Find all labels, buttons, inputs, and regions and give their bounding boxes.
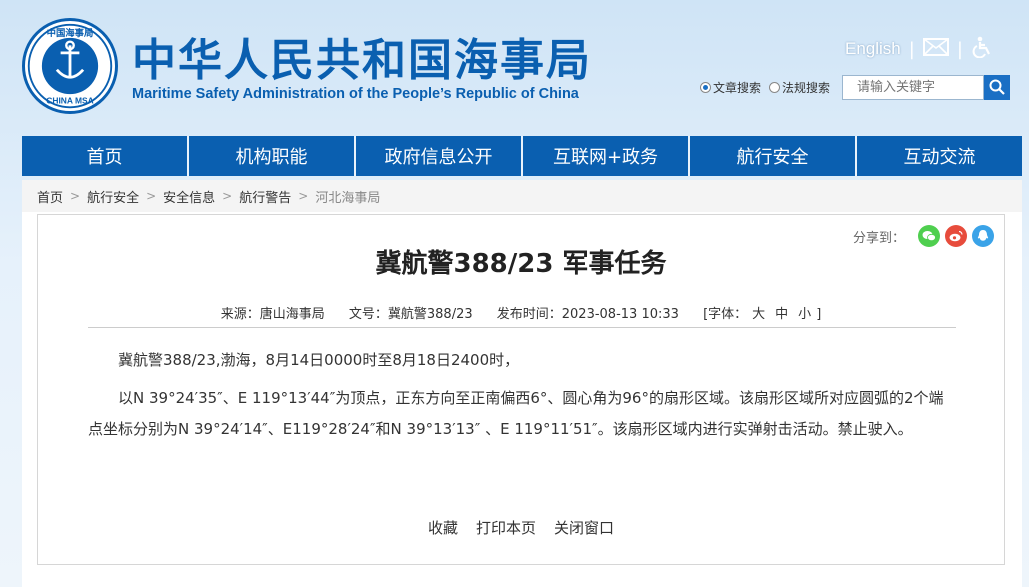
print-button[interactable]: 打印本页 — [476, 517, 536, 538]
breadcrumb: 首页 > 航行安全 > 安全信息 > 航行警告 > 河北海事局 — [22, 180, 1022, 212]
nav-item-functions[interactable]: 机构职能 — [189, 136, 356, 176]
search-icon — [989, 79, 1005, 95]
chevron-right-icon: > — [298, 189, 309, 203]
radio-article-label: 文章搜索 — [713, 80, 762, 95]
nav-item-navigation-safety[interactable]: 航行安全 — [690, 136, 857, 176]
main-nav: 首页 机构职能 政府信息公开 互联网+政务 航行安全 互动交流 — [22, 136, 1022, 176]
chevron-right-icon: > — [146, 189, 157, 203]
site-header: 中国海事局 CHINA MSA 中华人民共和国海事局 Maritime Safe… — [0, 0, 1029, 130]
anchor-emblem-icon: 中国海事局 CHINA MSA — [27, 23, 113, 109]
logo-text-bottom: CHINA MSA — [46, 96, 93, 106]
divider: | — [908, 38, 915, 60]
chevron-right-icon: > — [70, 189, 81, 203]
article-source: 来源：唐山海事局 — [220, 307, 325, 322]
font-size-large[interactable]: 大 — [752, 307, 765, 322]
search-input[interactable] — [842, 74, 985, 100]
radio-article-search[interactable]: 文章搜索 — [700, 79, 761, 96]
favorite-button[interactable]: 收藏 — [428, 517, 458, 538]
breadcrumb-safety-info[interactable]: 安全信息 — [163, 187, 215, 206]
search-bar: 文章搜索 法规搜索 — [700, 74, 1011, 100]
nav-item-internet-gov[interactable]: 互联网+政务 — [523, 136, 690, 176]
radio-dot — [769, 81, 781, 93]
font-size-close-bracket: ] — [816, 307, 822, 322]
article-paragraph: 冀航警388/23,渤海，8月14日0000时至8月18日2400时， — [118, 351, 520, 369]
site-title-en: Maritime Safety Administration of the Pe… — [132, 86, 579, 102]
article-doc-no: 文号：冀航警388/23 — [348, 307, 473, 322]
chevron-right-icon: > — [222, 189, 233, 203]
top-links: English | | — [845, 36, 993, 62]
site-title-cn: 中华人民共和国海事局 — [132, 35, 592, 86]
breadcrumb-hebei-msa[interactable]: 河北海事局 — [315, 187, 380, 206]
close-window-button[interactable]: 关闭窗口 — [554, 517, 614, 538]
breadcrumb-home[interactable]: 首页 — [37, 187, 63, 206]
msa-logo[interactable]: 中国海事局 CHINA MSA — [22, 18, 118, 114]
font-size-medium[interactable]: 中 — [775, 307, 788, 322]
nav-item-gov-info[interactable]: 政府信息公开 — [356, 136, 523, 176]
article-title: 冀航警388/23 军事任务 — [375, 249, 667, 279]
font-size-small[interactable]: 小 — [798, 307, 811, 322]
divider — [88, 327, 956, 328]
article-body: 冀航警388/23,渤海，8月14日0000时至8月18日2400时， 以N 3… — [88, 345, 956, 452]
article-publish-time: 发布时间：2023-08-13 10:33 — [496, 307, 679, 322]
radio-regulation-search[interactable]: 法规搜索 — [769, 79, 830, 96]
accessibility-icon[interactable] — [971, 36, 993, 62]
english-link[interactable]: English — [845, 39, 901, 59]
content-area: 分享到： 冀航警388/23 军事任务 来源：唐山海事局 文号：冀航警388/2… — [22, 212, 1022, 587]
nav-item-interaction[interactable]: 互动交流 — [857, 136, 1022, 176]
article-meta: 来源：唐山海事局 文号：冀航警388/23 发布时间：2023-08-13 10… — [38, 303, 1004, 322]
logo-text-top: 中国海事局 — [47, 27, 94, 39]
radio-dot-selected — [700, 81, 711, 93]
nav-item-home[interactable]: 首页 — [22, 136, 189, 176]
mail-icon[interactable] — [922, 38, 949, 60]
font-size-label: [字体： — [703, 307, 748, 322]
article-panel: 分享到： 冀航警388/23 军事任务 来源：唐山海事局 文号：冀航警388/2… — [37, 214, 1005, 565]
article-actions: 收藏 打印本页 关闭窗口 — [38, 517, 1004, 538]
divider: | — [956, 38, 963, 60]
breadcrumb-nav-warnings[interactable]: 航行警告 — [239, 187, 291, 206]
radio-regulation-label: 法规搜索 — [782, 80, 831, 95]
breadcrumb-navigation-safety[interactable]: 航行安全 — [87, 187, 139, 206]
search-button[interactable] — [984, 74, 1011, 100]
article-paragraph: 以N 39°24′35″、E 119°13′44″为顶点，正东方向至正南偏西6°… — [88, 389, 944, 438]
font-size-switcher: [字体： 大中小] — [703, 307, 821, 322]
